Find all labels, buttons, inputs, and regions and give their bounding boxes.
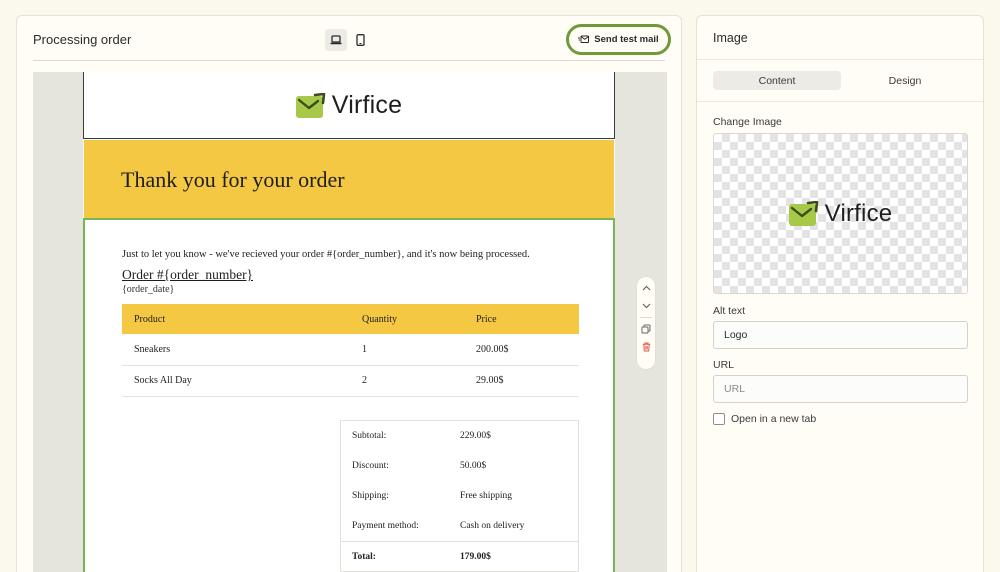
panel-divider (697, 59, 983, 60)
item-price: 200.00$ (464, 334, 579, 366)
tab-content[interactable]: Content (713, 71, 841, 90)
send-test-mail-label: Send test mail (594, 34, 659, 45)
header-divider (33, 60, 665, 61)
editor-header: Processing order Send test mail (17, 16, 681, 62)
totals-row-subtotal: Subtotal: 229.00$ (341, 421, 578, 451)
tab-design[interactable]: Design (841, 71, 969, 90)
delete-button[interactable] (639, 340, 653, 354)
virfice-logo-icon (788, 201, 818, 226)
trash-icon (642, 342, 650, 352)
open-new-tab-label: Open in a new tab (731, 413, 817, 425)
laptop-icon (330, 35, 342, 45)
panel-tabs: Content Design (713, 71, 969, 90)
logo-wordmark: Virfice (331, 90, 403, 119)
send-test-mail-button[interactable]: Send test mail (566, 24, 671, 55)
phone-icon (355, 34, 365, 46)
column-header-quantity: Quantity (350, 304, 464, 334)
totals-value: 179.00$ (460, 551, 491, 562)
intro-text: Just to let you know - we've recieved yo… (122, 249, 530, 260)
open-new-tab-checkbox[interactable] (713, 413, 725, 425)
mobile-preview-button[interactable] (349, 29, 371, 51)
item-quantity: 1 (350, 334, 464, 366)
chevron-down-icon (642, 303, 650, 309)
totals-value: 50.00$ (460, 461, 487, 471)
logo-block[interactable]: Virfice (83, 72, 615, 139)
hero-title: Thank you for your order (121, 167, 345, 192)
email-canvas: Virfice Thank you for your order Just to… (33, 72, 667, 572)
totals-row-shipping: Shipping: Free shipping (341, 481, 578, 511)
email-editor: Processing order Send test mail Virfice … (16, 15, 682, 572)
duplicate-button[interactable] (639, 322, 653, 336)
item-quantity: 2 (350, 365, 464, 397)
table-row: Socks All Day 2 29.00$ (122, 365, 579, 397)
url-input[interactable] (713, 375, 968, 403)
item-price: 29.00$ (464, 365, 579, 397)
toolbar-divider (640, 317, 652, 318)
send-mail-icon (578, 35, 590, 43)
order-date: {order_date} (122, 284, 175, 295)
column-header-price: Price (464, 304, 579, 334)
hero-block[interactable]: Thank you for your order (84, 140, 614, 218)
item-product: Sneakers (122, 334, 350, 366)
panel-title: Image (713, 31, 748, 45)
chevron-up-icon (642, 285, 650, 291)
alt-text-label: Alt text (713, 305, 746, 317)
table-header-row: Product Quantity Price (122, 304, 579, 334)
totals-row-discount: Discount: 50.00$ (341, 451, 578, 481)
tabs-divider (697, 101, 983, 102)
totals-value: Free shipping (460, 491, 512, 501)
url-label: URL (713, 359, 735, 371)
desktop-preview-button[interactable] (325, 29, 347, 51)
move-down-button[interactable] (639, 299, 653, 313)
totals-row-total: Total: 179.00$ (341, 541, 578, 571)
order-items-table: Product Quantity Price Sneakers 1 200.00… (122, 304, 579, 397)
totals-label: Discount: (352, 461, 389, 471)
order-number-link[interactable]: Order #{order_number} (122, 267, 253, 283)
totals-row-payment-method: Payment method: Cash on delivery (341, 511, 578, 541)
alt-text-input[interactable] (713, 321, 968, 349)
totals-label: Shipping: (352, 491, 389, 501)
order-details-block[interactable]: Just to let you know - we've recieved yo… (83, 218, 615, 572)
totals-value: Cash on delivery (460, 521, 525, 531)
open-new-tab-option[interactable]: Open in a new tab (713, 413, 816, 425)
block-toolbar (636, 276, 656, 370)
table-row: Sneakers 1 200.00$ (122, 334, 579, 366)
item-product: Socks All Day (122, 365, 350, 397)
copy-icon (641, 324, 651, 334)
change-image-label: Change Image (713, 116, 782, 128)
column-header-product: Product (122, 304, 350, 334)
editor-title: Processing order (33, 32, 132, 47)
image-preview-wordmark: Virfice (824, 199, 893, 227)
properties-panel: Image Content Design Change Image Virfic… (696, 15, 984, 572)
email-preview: Virfice Thank you for your order Just to… (83, 72, 615, 572)
totals-label: Payment method: (352, 521, 419, 531)
change-image-dropzone[interactable]: Virfice (713, 133, 968, 294)
move-up-button[interactable] (639, 281, 653, 295)
totals-label: Total: (352, 551, 376, 562)
virfice-logo-icon (295, 92, 326, 118)
order-totals: Subtotal: 229.00$ Discount: 50.00$ Shipp… (340, 420, 579, 572)
totals-value: 229.00$ (460, 431, 491, 441)
totals-label: Subtotal: (352, 431, 387, 441)
